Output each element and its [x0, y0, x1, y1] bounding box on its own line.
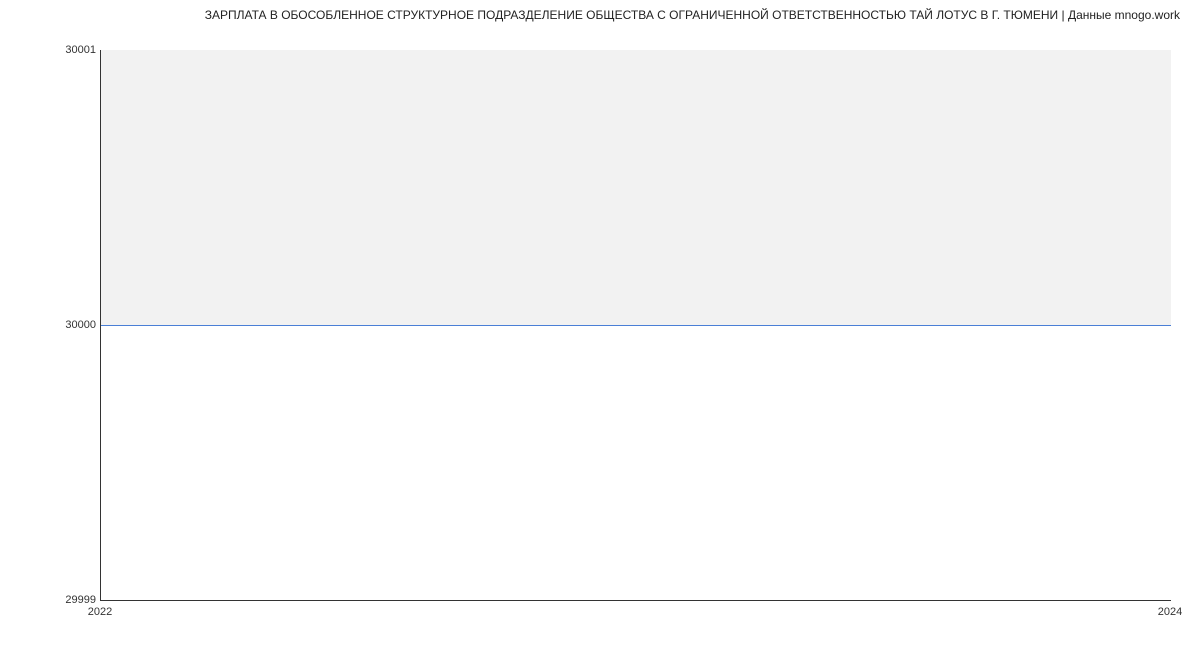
y-tick-label: 30000: [6, 319, 96, 331]
plot-area: [100, 50, 1171, 601]
area-fill: [101, 50, 1171, 325]
data-line: [101, 325, 1171, 326]
x-tick-label: 2022: [88, 606, 112, 618]
chart-title: ЗАРПЛАТА В ОБОСОБЛЕННОЕ СТРУКТУРНОЕ ПОДР…: [20, 8, 1180, 22]
chart-container: ЗАРПЛАТА В ОБОСОБЛЕННОЕ СТРУКТУРНОЕ ПОДР…: [0, 0, 1200, 650]
y-tick-label: 29999: [6, 594, 96, 606]
x-tick-label: 2024: [1158, 606, 1182, 618]
y-tick-label: 30001: [6, 44, 96, 56]
